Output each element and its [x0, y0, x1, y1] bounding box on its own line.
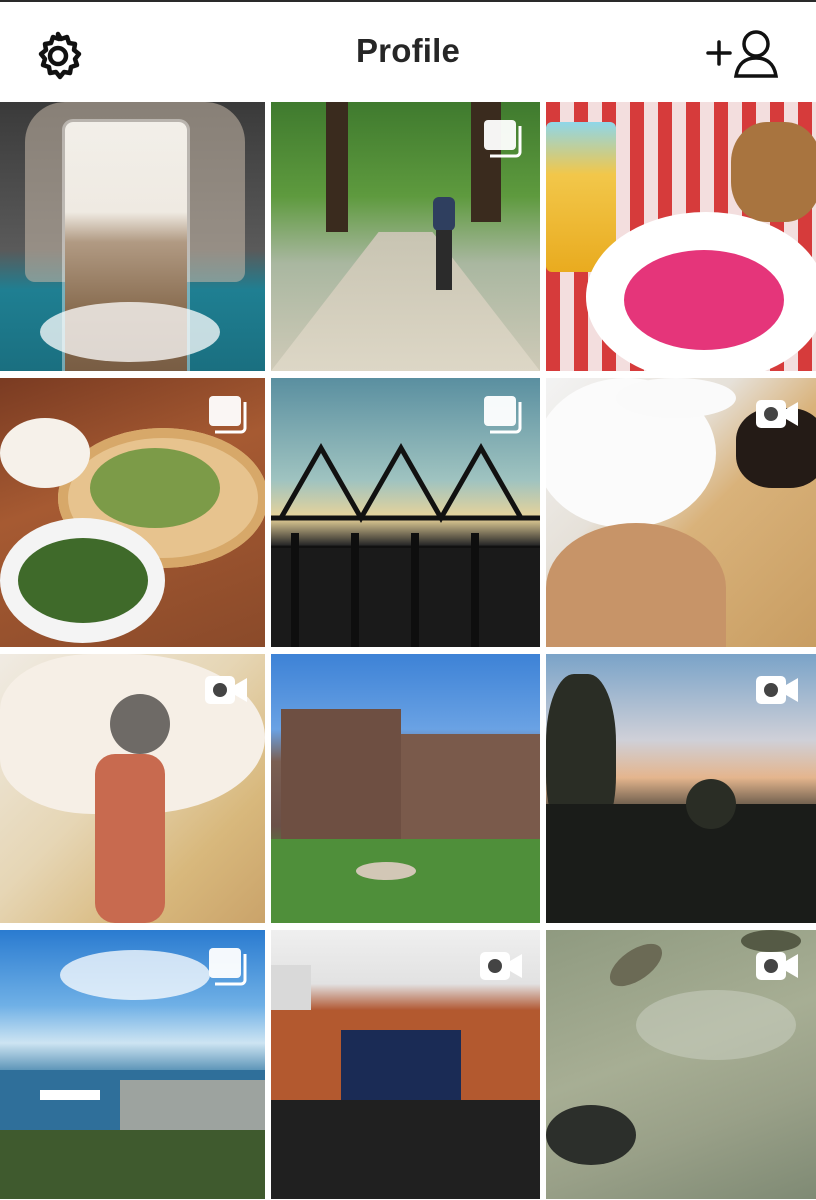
grid-tile-cycling-path[interactable] [271, 102, 540, 371]
video-camera-icon [480, 952, 522, 980]
multiple-photos-icon [209, 396, 247, 434]
video-camera-icon [756, 676, 798, 704]
multiple-photos-icon [209, 948, 247, 986]
page-title: Profile [355, 32, 461, 69]
multiple-photos-icon [484, 396, 522, 434]
campus-building-photo [271, 654, 540, 923]
add-person-button[interactable] [706, 28, 784, 80]
photo-grid [0, 102, 816, 1199]
grid-tile-bridge-sunset[interactable] [271, 378, 540, 647]
grid-tile-pizza-and-salad[interactable] [0, 378, 265, 647]
multiple-photos-icon [484, 120, 522, 158]
latte-photo [0, 102, 265, 371]
grid-tile-campus-building[interactable] [271, 654, 540, 923]
grid-tile-beer-and-soup[interactable] [546, 102, 816, 371]
grid-tile-dog-closeup[interactable] [546, 378, 816, 647]
add-person-icon [706, 30, 779, 78]
grid-tile-coastal-city[interactable] [0, 930, 265, 1199]
grid-tile-latte[interactable] [0, 102, 265, 371]
app-header: Profile [0, 2, 816, 102]
grid-tile-trees-sunset[interactable] [546, 654, 816, 923]
grid-tile-dog-hand[interactable] [0, 654, 265, 923]
video-camera-icon [205, 676, 247, 704]
beer-and-soup-photo [546, 102, 816, 371]
video-camera-icon [756, 952, 798, 980]
grid-tile-turtles-water[interactable] [546, 930, 816, 1199]
grid-tile-outdoor-concert[interactable] [271, 930, 540, 1199]
video-camera-icon [756, 400, 798, 428]
